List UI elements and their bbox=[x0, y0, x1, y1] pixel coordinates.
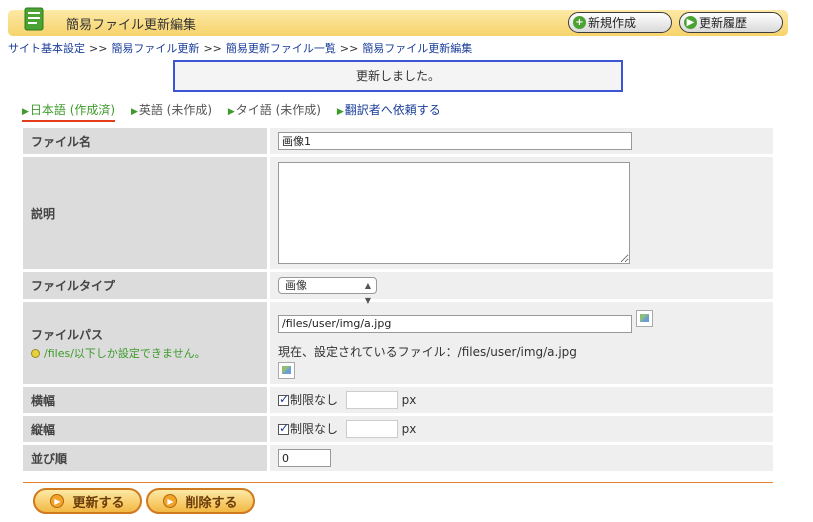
breadcrumb-item[interactable]: サイト基本設定 bbox=[8, 42, 85, 55]
tab-label: 英語 (未作成) bbox=[138, 103, 213, 117]
play-icon: ▶ bbox=[50, 494, 65, 508]
file-name-input[interactable] bbox=[278, 132, 632, 150]
history-button[interactable]: ▶ 更新履歴 bbox=[679, 12, 783, 33]
language-tabs: ▶日本語 (作成済) ▶英語 (未作成) ▶タイ語 (未作成) ▶翻訳者へ依頼す… bbox=[22, 101, 453, 122]
width-label: 横幅 bbox=[23, 387, 267, 413]
current-file-value: /files/user/img/a.jpg bbox=[457, 344, 577, 359]
arrow-right-icon: ▶ bbox=[130, 107, 138, 117]
arrow-right-icon: ▶ bbox=[22, 107, 29, 117]
file-path-input[interactable] bbox=[278, 314, 632, 333]
lightbulb-icon bbox=[31, 349, 40, 358]
breadcrumb-item[interactable]: 簡易ファイル更新 bbox=[111, 42, 199, 55]
current-file-label: 現在、設定されているファイル： bbox=[278, 344, 458, 359]
description-textarea[interactable] bbox=[278, 162, 630, 264]
title-bar: 簡易ファイル更新編集 + 新規作成 ▶ 更新履歴 bbox=[8, 7, 788, 36]
breadcrumb-item[interactable]: 簡易更新ファイル一覧 bbox=[226, 42, 336, 55]
play-icon: ▶ bbox=[684, 16, 697, 29]
current-file-image bbox=[278, 361, 295, 379]
history-button-label: 更新履歴 bbox=[699, 16, 748, 30]
divider bbox=[23, 482, 773, 483]
tab-label: タイ語 (未作成) bbox=[235, 103, 321, 117]
new-button[interactable]: + 新規作成 bbox=[568, 12, 672, 33]
page-title: 簡易ファイル更新編集 bbox=[66, 18, 197, 33]
file-type-selected: 画像 bbox=[285, 279, 307, 292]
height-unlimited-checkbox[interactable] bbox=[278, 421, 289, 435]
description-label: 説明 bbox=[23, 157, 267, 269]
row-file-type: ファイルタイプ 画像 ▲ ▼ bbox=[23, 272, 773, 305]
row-order: 並び順 bbox=[23, 445, 773, 471]
file-preview-image bbox=[636, 309, 653, 327]
play-icon: ▶ bbox=[163, 494, 178, 508]
breadcrumb-separator: >> bbox=[203, 42, 222, 55]
tab-japanese[interactable]: ▶日本語 (作成済) bbox=[22, 101, 116, 122]
file-type-select[interactable]: 画像 ▲ ▼ bbox=[278, 277, 377, 305]
height-unit: px bbox=[401, 421, 417, 436]
order-input[interactable] bbox=[278, 449, 331, 467]
row-width: 横幅 制限なし px bbox=[23, 387, 773, 413]
width-unit: px bbox=[401, 392, 417, 407]
delete-button-label: 削除する bbox=[185, 495, 238, 511]
width-unlimited-label: 制限なし bbox=[290, 392, 339, 407]
breadcrumb-item-current[interactable]: 簡易ファイル更新編集 bbox=[362, 42, 472, 55]
row-file-name: ファイル名 bbox=[23, 128, 773, 154]
plus-icon: + bbox=[573, 16, 586, 29]
height-unlimited-label: 制限なし bbox=[290, 421, 339, 436]
width-input[interactable] bbox=[345, 391, 398, 410]
row-file-path: ファイルパス /files/以下しか設定できません。 現在、設定されているファイ… bbox=[23, 302, 773, 384]
document-icon bbox=[24, 7, 44, 31]
breadcrumb-separator: >> bbox=[339, 42, 359, 55]
edit-form: ファイル名 説明 ファイルタイプ 画像 ▲▼ ファイルパス /files/以下しか… bbox=[23, 125, 773, 474]
order-label: 並び順 bbox=[23, 445, 267, 471]
file-path-note: /files/以下しか設定できません。 bbox=[44, 346, 206, 360]
tab-label: 翻訳者へ依頼する bbox=[344, 103, 441, 117]
new-button-label: 新規作成 bbox=[588, 16, 637, 30]
height-label: 縦幅 bbox=[23, 416, 267, 442]
select-arrows-icon: ▲ ▼ bbox=[364, 281, 371, 305]
breadcrumb: サイト基本設定 >> 簡易ファイル更新 >> 簡易更新ファイル一覧 >> 簡易ファイル更新編… bbox=[8, 40, 472, 56]
file-name-label: ファイル名 bbox=[23, 128, 267, 154]
update-button-label: 更新する bbox=[72, 495, 125, 511]
status-message: 更新しました。 bbox=[173, 60, 623, 92]
file-path-label: ファイルパス bbox=[31, 327, 104, 342]
request-translator-link[interactable]: ▶翻訳者へ依頼する bbox=[337, 101, 441, 120]
tab-english[interactable]: ▶英語 (未作成) bbox=[131, 101, 212, 120]
height-input[interactable] bbox=[345, 420, 398, 439]
tab-thai[interactable]: ▶タイ語 (未作成) bbox=[228, 101, 321, 120]
breadcrumb-separator: >> bbox=[89, 42, 108, 55]
arrow-right-icon: ▶ bbox=[227, 107, 235, 117]
delete-button[interactable]: ▶ 削除する bbox=[146, 488, 255, 514]
row-height: 縦幅 制限なし px bbox=[23, 416, 773, 442]
width-unlimited-checkbox[interactable] bbox=[278, 392, 289, 406]
file-type-label: ファイルタイプ bbox=[23, 272, 267, 299]
update-button[interactable]: ▶ 更新する bbox=[33, 488, 142, 514]
tab-label: 日本語 (作成済) bbox=[29, 103, 116, 117]
row-description: 説明 bbox=[23, 157, 773, 269]
arrow-right-icon: ▶ bbox=[336, 107, 344, 117]
